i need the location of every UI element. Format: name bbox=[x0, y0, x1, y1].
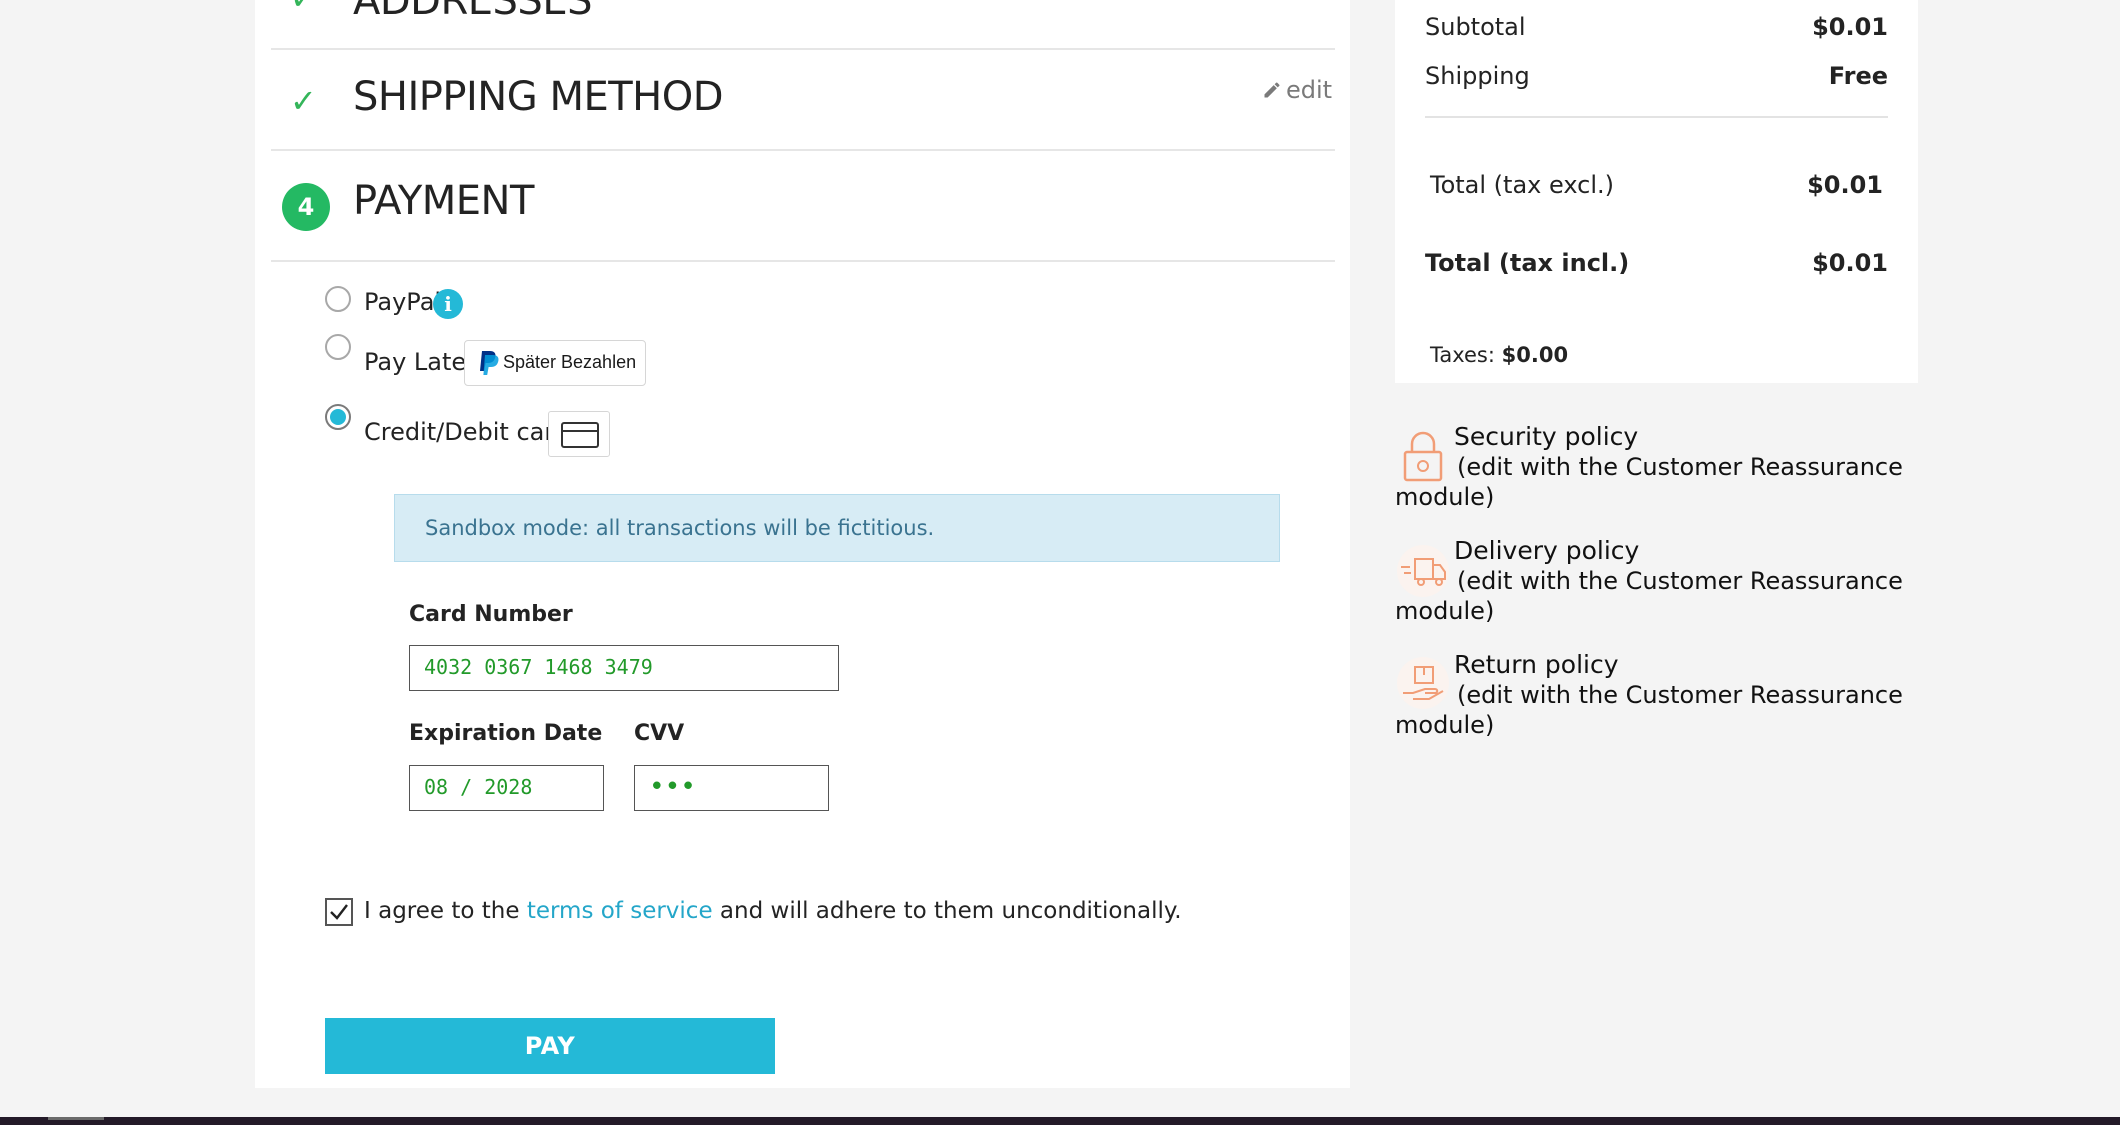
step-title-shipping-method[interactable]: SHIPPING METHOD bbox=[353, 74, 724, 120]
pay-button[interactable]: PAY bbox=[325, 1018, 775, 1074]
step-divider bbox=[271, 149, 1335, 151]
reassurance-title: Return policy bbox=[1454, 650, 1619, 679]
credit-card-option-label[interactable]: Credit/Debit card bbox=[364, 418, 569, 446]
terms-of-service-link[interactable]: terms of service bbox=[527, 898, 713, 924]
pay-later-option-label[interactable]: Pay Later bbox=[364, 348, 476, 376]
pay-later-badge: Später Bezahlen bbox=[464, 340, 646, 386]
pay-later-radio[interactable] bbox=[325, 334, 351, 360]
paypal-logo-icon bbox=[480, 351, 499, 375]
sandbox-notice: Sandbox mode: all transactions will be f… bbox=[394, 494, 1280, 562]
terms-checkbox[interactable] bbox=[325, 898, 353, 926]
terms-text: I agree to the terms of service and will… bbox=[364, 898, 1182, 924]
pencil-icon bbox=[1264, 82, 1280, 98]
subtotal-label: Subtotal bbox=[1425, 13, 1526, 41]
reassurance-description: (edit with the Customer Reassurance modu… bbox=[1395, 681, 1903, 739]
summary-divider bbox=[1425, 116, 1888, 118]
cvv-label: CVV bbox=[634, 721, 685, 746]
edit-label: edit bbox=[1286, 76, 1333, 104]
credit-card-radio[interactable] bbox=[325, 404, 351, 430]
pay-later-badge-text: Später Bezahlen bbox=[503, 352, 637, 372]
credit-card-icon bbox=[561, 422, 599, 448]
taxes-value: $0.00 bbox=[1501, 343, 1569, 367]
cvv-input[interactable]: ••• bbox=[634, 765, 829, 811]
step-divider bbox=[271, 260, 1335, 262]
expiration-date-input[interactable]: 08 / 2028 bbox=[409, 765, 604, 811]
card-number-input[interactable]: 4032 0367 1468 3479 bbox=[409, 645, 839, 691]
reassurance-return: Return policy (edit with the Customer Re… bbox=[1395, 650, 1935, 740]
expiration-date-label: Expiration Date bbox=[409, 721, 603, 746]
edit-shipping-link[interactable]: edit bbox=[1262, 76, 1332, 104]
shipping-value: Free bbox=[1828, 62, 1888, 90]
order-summary: Subtotal $0.01 Shipping Free Total (tax … bbox=[1395, 0, 1918, 383]
total-tax-excl-label: Total (tax excl.) bbox=[1430, 171, 1614, 199]
taskbar-tab bbox=[48, 1117, 104, 1120]
taxes-line: Taxes: $0.00 bbox=[1430, 343, 1568, 367]
checkout-panel: ✓ ADDRESSES ✓ SHIPPING METHOD edit 4 PAY… bbox=[255, 0, 1350, 1088]
reassurance-title: Delivery policy bbox=[1454, 536, 1640, 565]
checkmark-icon bbox=[330, 904, 348, 920]
shipping-complete-check-icon: ✓ bbox=[290, 82, 317, 120]
terms-suffix: and will adhere to them unconditionally. bbox=[712, 898, 1182, 924]
reassurance-description: (edit with the Customer Reassurance modu… bbox=[1395, 453, 1903, 511]
reassurance-description: (edit with the Customer Reassurance modu… bbox=[1395, 567, 1903, 625]
taxes-label: Taxes: bbox=[1430, 343, 1495, 367]
total-tax-incl-label: Total (tax incl.) bbox=[1425, 249, 1630, 277]
taskbar-strip bbox=[0, 1117, 2120, 1125]
shipping-label: Shipping bbox=[1425, 62, 1530, 90]
terms-prefix: I agree to the bbox=[364, 898, 527, 924]
reassurance-security: Security policy (edit with the Customer … bbox=[1395, 422, 1935, 512]
step-divider bbox=[271, 48, 1335, 50]
card-number-label: Card Number bbox=[409, 602, 573, 627]
paypal-option-label[interactable]: PayPal bbox=[364, 288, 441, 316]
total-tax-incl-value: $0.01 bbox=[1812, 249, 1888, 277]
reassurance-title: Security policy bbox=[1454, 422, 1639, 451]
credit-card-badge bbox=[548, 411, 610, 457]
step-title-payment: PAYMENT bbox=[353, 178, 534, 224]
reassurance-delivery: Delivery policy (edit with the Customer … bbox=[1395, 536, 1935, 626]
paypal-radio[interactable] bbox=[325, 286, 351, 312]
total-tax-excl-value: $0.01 bbox=[1807, 171, 1883, 199]
subtotal-value: $0.01 bbox=[1812, 13, 1888, 41]
step-title-addresses[interactable]: ADDRESSES bbox=[353, 0, 592, 24]
addresses-complete-check-icon: ✓ bbox=[290, 0, 317, 14]
step-number-badge: 4 bbox=[282, 183, 330, 231]
paypal-info-icon[interactable]: i bbox=[433, 289, 463, 319]
